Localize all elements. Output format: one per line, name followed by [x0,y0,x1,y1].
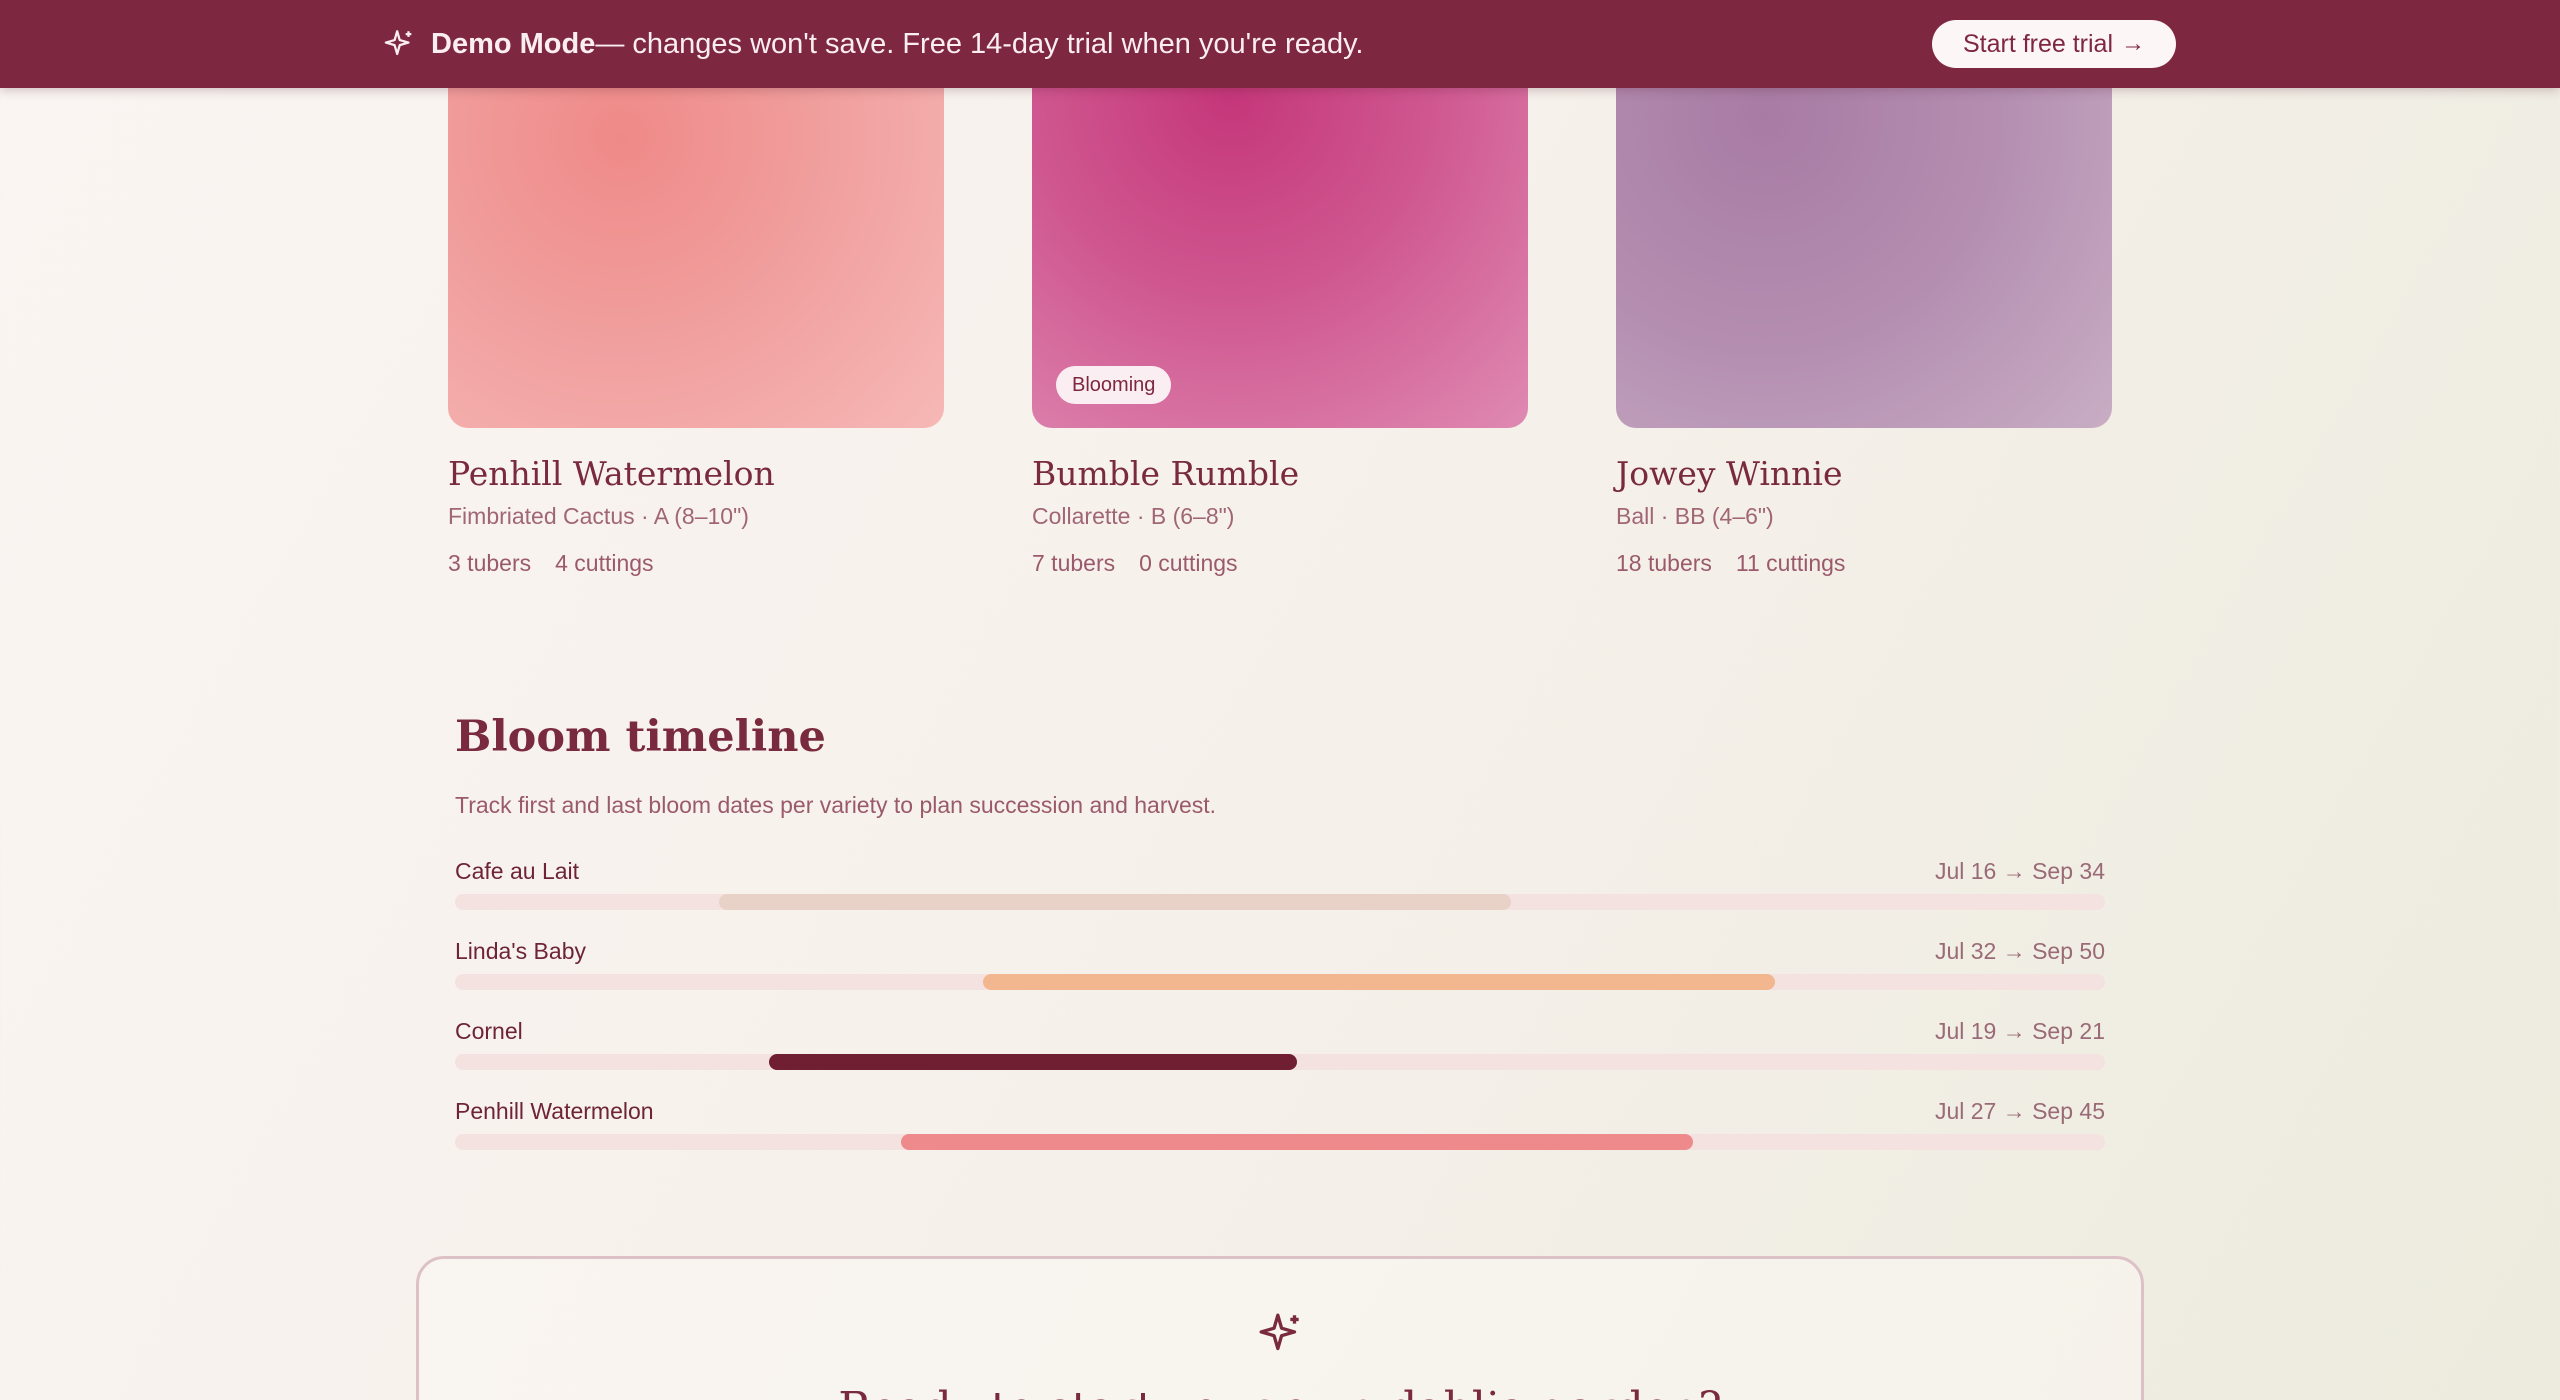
timeline-date-range: Jul 27 → Sep 45 [1934,1098,2105,1124]
timeline-variety-name: Penhill Watermelon [455,1098,654,1124]
demo-mode-label: Demo Mode [431,27,596,60]
timeline-track [455,1134,2105,1150]
tuber-count: 7 tubers [1032,550,1116,576]
variety-name: Bumble Rumble [1032,454,1300,493]
variety-stats: 7 tubers 0 cuttings [1032,550,1528,577]
variety-name: Penhill Watermelon [448,454,775,493]
bloom-period-bar [719,894,1511,910]
sparkle-icon [1259,1313,1299,1351]
timeline-row: Penhill Watermelon Jul 27 → Sep 45 [455,1098,2105,1168]
cta-heading: Ready to start your own dahlia garden? [419,1383,2141,1400]
cutting-count: 0 cuttings [1139,550,1238,576]
cutting-count: 4 cuttings [555,550,654,576]
sparkle-icon [384,30,412,56]
variety-classification: Collarette · B (6–8") [1032,503,1235,529]
timeline-date-range: Jul 32 → Sep 50 [1934,938,2105,964]
status-badge: Blooming [1056,366,1172,404]
timeline-variety-name: Cornel [455,1018,523,1044]
variety-classification: Ball · BB (4–6") [1616,503,1774,529]
timeline-variety-name: Cafe au Lait [455,858,580,884]
timeline-row: Linda's Baby Jul 32 → Sep 50 [455,938,2105,1008]
timeline-track [455,974,2105,990]
bloom-period-bar [768,1054,1297,1070]
start-free-trial-label: Start free trial [1962,29,2114,58]
variety-stats: 18 tubers 11 cuttings [1616,550,2112,577]
cutting-count: 11 cuttings [1735,550,1846,576]
variety-classification: Fimbriated Cactus · A (8–10") [448,503,749,529]
demo-banner: Demo Mode — changes won't save. Free 14-… [0,0,2560,88]
timeline-track [455,1054,2105,1070]
demo-banner-message: Demo Mode — changes won't save. Free 14-… [383,0,1364,88]
timeline-title: Bloom timeline [455,712,826,762]
timeline-description: Track first and last bloom dates per var… [455,792,1217,818]
tuber-count: 3 tubers [448,550,532,576]
timeline-date-range: Jul 19 → Sep 21 [1934,1018,2105,1044]
timeline-row: Cornel Jul 19 → Sep 21 [455,1018,2105,1088]
variety-card[interactable]: Penhill Watermelon Fimbriated Cactus · A… [448,40,944,577]
variety-image [1616,40,2112,428]
variety-card[interactable]: Blooming Bumble Rumble Collarette · B (6… [1032,40,1528,577]
variety-card[interactable]: Jowey Winnie Ball · BB (4–6") 18 tubers … [1616,40,2112,577]
tuber-count: 18 tubers [1616,550,1712,576]
bloom-period-bar [983,974,1775,990]
bloom-period-bar [900,1134,1693,1150]
timeline-variety-name: Linda's Baby [455,938,586,964]
variety-image: Blooming [1032,40,1528,428]
timeline-date-range: Jul 16 → Sep 34 [1934,858,2105,884]
variety-stats: 3 tubers 4 cuttings [448,550,944,577]
variety-name: Jowey Winnie [1616,454,1843,493]
demo-banner-text: — changes won't save. Free 14-day trial … [595,27,1364,60]
timeline-track [455,894,2105,910]
variety-image [448,40,944,428]
cta-panel: Ready to start your own dahlia garden? [416,1256,2144,1400]
timeline-row: Cafe au Lait Jul 16 → Sep 34 [455,858,2105,928]
start-free-trial-button[interactable]: Start free trial → [1932,20,2176,68]
arrow-right-icon: → [2121,30,2146,57]
